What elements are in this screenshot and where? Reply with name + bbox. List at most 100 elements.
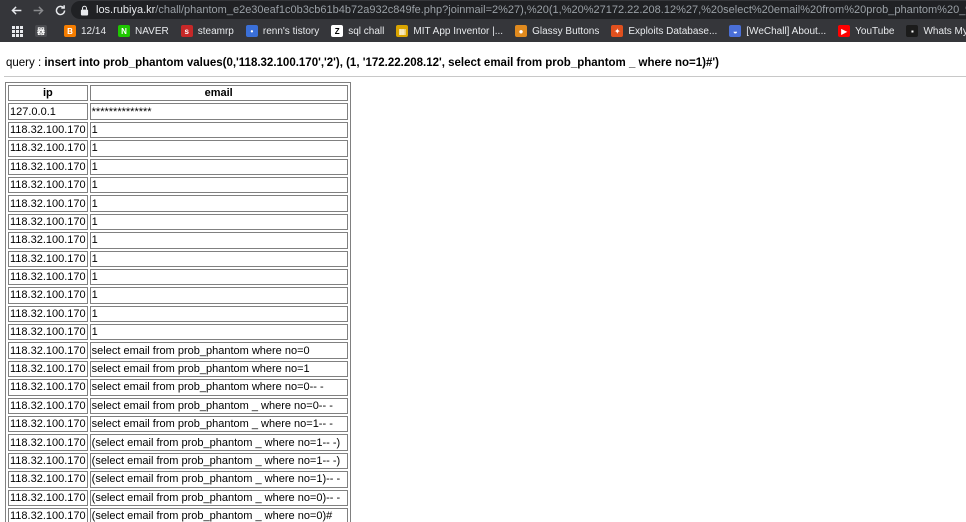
bookmark-item[interactable]: B 12/14	[58, 22, 112, 40]
bookmark-item[interactable]: s steamrp	[175, 22, 240, 40]
reload-icon	[55, 4, 65, 15]
ip-cell: 118.32.100.170	[8, 250, 88, 267]
table-row: 118.32.100.170 1	[8, 176, 348, 194]
ip-cell: 118.32.100.170	[8, 158, 88, 175]
back-button[interactable]	[5, 0, 27, 20]
bookmark-label: Exploits Database...	[628, 25, 718, 37]
ip-cell: 127.0.0.1	[8, 103, 88, 120]
address-bar[interactable]: los.rubiya.kr/chall/phantom_e2e30eaf1c0b…	[71, 1, 966, 19]
bookmark-label: [WeChall] About...	[746, 25, 827, 37]
browser-toolbar: los.rubiya.kr/chall/phantom_e2e30eaf1c0b…	[0, 0, 966, 20]
table-row: 118.32.100.170 (select email from prob_ph…	[8, 452, 348, 470]
email-cell: select email from prob_phantom where no=…	[89, 379, 348, 396]
table-row: 118.32.100.170 select email from prob_pha…	[8, 397, 348, 415]
email-cell: 1	[89, 140, 348, 157]
forward-button[interactable]	[27, 0, 49, 20]
column-header-email: email	[89, 85, 348, 102]
ip-cell: 118.32.100.170	[8, 268, 88, 286]
ip-cell: 118.32.100.170	[8, 507, 88, 522]
email-cell: **************	[89, 103, 348, 120]
z-icon: Z	[331, 25, 344, 37]
ip-cell: 118.32.100.170	[8, 305, 88, 323]
wechall-icon: ◒	[729, 25, 742, 37]
table-header-row: ip email	[8, 85, 348, 102]
email-cell: select email from prob_phantom _ where n…	[89, 397, 348, 415]
table-row: 118.32.100.170 (select email from prob_ph…	[8, 434, 348, 451]
apps-grid-icon	[12, 25, 23, 37]
result-table: ip email 127.0.0.1 ************** 118.32.1…	[5, 82, 351, 522]
bookmark-item[interactable]: ▦ MIT App Inventor |...	[390, 22, 509, 40]
blogger-icon: B	[64, 25, 76, 37]
exploit-db-icon: ✦	[611, 25, 624, 37]
bookmark-label: NAVER	[135, 25, 169, 37]
table-row: 118.32.100.170 1	[8, 121, 348, 139]
lock-icon	[80, 5, 89, 15]
ip-cell: 118.32.100.170	[8, 452, 88, 470]
table-row: 118.32.100.170 (select email from prob_ph…	[8, 471, 348, 488]
email-cell: 1	[89, 195, 348, 212]
bookmark-label: sql chall	[348, 25, 385, 37]
table-row: 118.32.100.170 (select email from prob_ph…	[8, 507, 348, 522]
bookmark-label: MIT App Inventor |...	[413, 25, 504, 37]
glassy-buttons-icon: ●	[515, 25, 528, 37]
query-prefix: query :	[6, 57, 45, 69]
bookmark-label: Whats My IP Addr...	[923, 25, 966, 37]
ip-cell: 118.32.100.170	[8, 434, 88, 451]
table-row: 118.32.100.170 select email from prob_pha…	[8, 342, 348, 359]
ip-cell: 118.32.100.170	[8, 397, 88, 415]
bookmark-label: YouTube	[855, 25, 895, 37]
bookmark-item[interactable]: N NAVER	[112, 22, 175, 40]
youtube-icon: ▶	[838, 25, 851, 37]
table-row: 118.32.100.170 select email from prob_pha…	[8, 416, 348, 433]
url-text: los.rubiya.kr/chall/phantom_e2e30eaf1c0b…	[96, 4, 966, 16]
bookmark-label: renn's tistory	[262, 25, 320, 37]
email-cell: 1	[89, 324, 348, 341]
steam-icon: s	[180, 25, 193, 37]
bookmark-item[interactable]: ● Glassy Buttons	[509, 22, 605, 40]
table-row: 118.32.100.170 1	[8, 158, 348, 175]
bookmark-item[interactable]: ▶ YouTube	[832, 22, 900, 40]
email-cell: 1	[89, 232, 348, 249]
ip-cell: 118.32.100.170	[8, 360, 88, 378]
ip-cell: 118.32.100.170	[8, 176, 88, 194]
email-cell: (select email from prob_phantom _ where …	[89, 452, 348, 470]
bookmark-label: steamrp	[197, 25, 234, 37]
bookmark-item[interactable]: ◒ [WeChall] About...	[723, 22, 832, 40]
email-cell: 1	[89, 250, 348, 267]
table-row: 118.32.100.170 1	[8, 287, 348, 304]
bookmarks-bar: 器 B 12/14 N NAVER s steamrp • renn's tistory Zsql…	[0, 20, 966, 42]
ip-cell: 118.32.100.170	[8, 232, 88, 249]
email-cell: 1	[89, 305, 348, 323]
table-body: 127.0.0.1 ************** 118.32.100.170 1 11…	[8, 103, 348, 522]
ip-cell: 118.32.100.170	[8, 140, 88, 157]
email-cell: select email from prob_phantom where no=…	[89, 360, 348, 378]
email-cell: 1	[89, 287, 348, 304]
query-line: query : insert into prob_phantom values(…	[6, 57, 719, 69]
ip-cell: 118.32.100.170	[8, 195, 88, 212]
bookmark-item[interactable]: ✦ Exploits Database...	[605, 22, 723, 40]
bookmark-item[interactable]: • renn's tistory	[240, 22, 325, 40]
table-row: 118.32.100.170 select email from prob_pha…	[8, 360, 348, 378]
bookmark-item[interactable]: 器	[29, 22, 58, 40]
naver-icon: N	[118, 25, 131, 37]
email-cell: (select email from prob_phantom _ where …	[89, 507, 348, 522]
bookmark-item[interactable]: Zsql chall	[325, 22, 390, 40]
arrow-right-icon	[33, 5, 44, 15]
whatsmyip-icon: ▪	[906, 25, 919, 37]
email-cell: (select email from prob_phantom _ where …	[89, 489, 348, 506]
bookmark-label: Glassy Buttons	[532, 25, 600, 37]
table-row: 118.32.100.170 select email from prob_pha…	[8, 379, 348, 396]
email-cell: 1	[89, 268, 348, 286]
url-path: /chall/phantom_e2e30eaf1c0b3cb61b4b72a93…	[155, 4, 966, 16]
bookmark-item[interactable]: ▪ Whats My IP Addr...	[900, 22, 966, 40]
tistory-icon: •	[245, 25, 258, 37]
email-cell: (select email from prob_phantom _ where …	[89, 471, 348, 488]
ip-cell: 118.32.100.170	[8, 324, 88, 341]
bookmark-item[interactable]	[6, 22, 29, 40]
ip-cell: 118.32.100.170	[8, 489, 88, 506]
table-row: 118.32.100.170 1	[8, 140, 348, 157]
reload-button[interactable]	[49, 0, 71, 20]
table-row: 127.0.0.1 **************	[8, 103, 348, 120]
ip-cell: 118.32.100.170	[8, 287, 88, 304]
table-row: 118.32.100.170 1	[8, 250, 348, 267]
